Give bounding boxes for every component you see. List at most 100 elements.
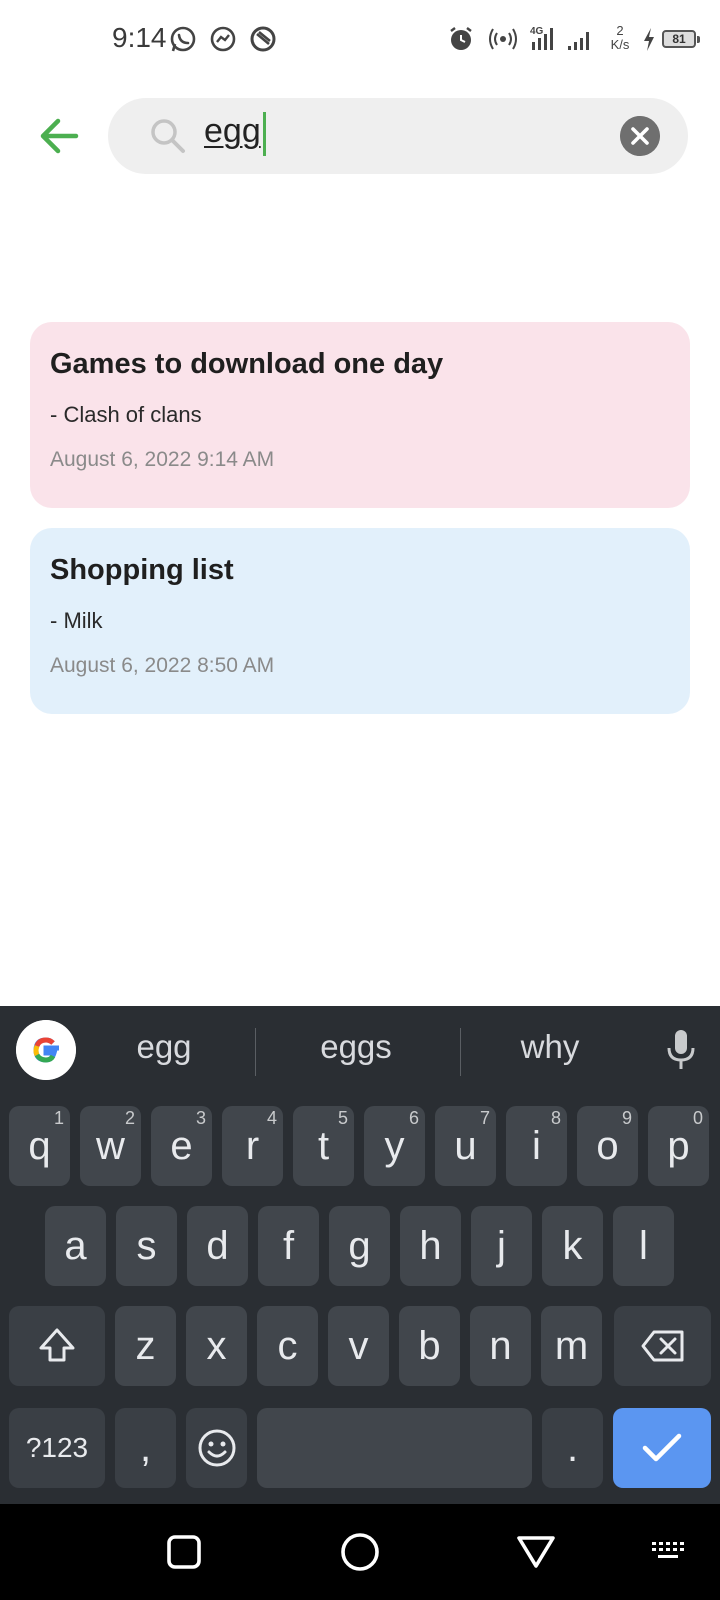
comma-key[interactable]: , (115, 1408, 176, 1488)
key-g[interactable]: g (329, 1206, 390, 1286)
note-card[interactable]: Shopping list - Milk August 6, 2022 8:50… (30, 528, 690, 714)
navigation-bar (0, 1504, 720, 1600)
recent-apps-icon[interactable] (162, 1530, 206, 1574)
search-input[interactable]: egg (204, 112, 261, 151)
suggestion-item[interactable]: eggs (286, 1028, 426, 1076)
network-speed-value: 2 (616, 23, 624, 38)
back-icon[interactable] (514, 1530, 558, 1574)
4g-signal-icon: 4G (530, 26, 553, 50)
suggestion-item[interactable]: why (480, 1028, 620, 1076)
key-l[interactable]: l (613, 1206, 674, 1286)
period-key[interactable]: . (542, 1408, 603, 1488)
key-hint: 7 (479, 1108, 490, 1128)
key-label: x (206, 1324, 227, 1368)
key-hint: 1 (53, 1108, 64, 1128)
suggestion-item[interactable]: egg (94, 1028, 234, 1076)
key-label: u (454, 1124, 477, 1168)
space-key[interactable] (257, 1408, 532, 1488)
search-bar[interactable]: egg (108, 98, 688, 174)
backspace-key[interactable] (614, 1306, 711, 1386)
key-label: p (667, 1124, 690, 1168)
key-label: n (489, 1324, 512, 1368)
key-d[interactable]: d (187, 1206, 248, 1286)
key-t[interactable]: t5 (293, 1106, 354, 1186)
key-hint: 3 (195, 1108, 206, 1128)
key-u[interactable]: u7 (435, 1106, 496, 1186)
network-speed: 2 K/s (606, 24, 634, 52)
key-label: y (384, 1124, 405, 1168)
key-p[interactable]: p0 (648, 1106, 709, 1186)
symbols-key[interactable]: ?123 (9, 1408, 105, 1488)
status-time: 9:14 (112, 22, 167, 53)
key-label: t (317, 1124, 330, 1168)
backspace-icon (641, 1330, 683, 1362)
key-label: a (64, 1224, 87, 1268)
note-title: Shopping list (50, 554, 234, 586)
microphone-icon[interactable] (664, 1028, 698, 1072)
note-title: Games to download one day (50, 348, 444, 380)
key-q[interactable]: q1 (9, 1106, 70, 1186)
key-label: g (348, 1224, 371, 1268)
key-z[interactable]: z (115, 1306, 176, 1386)
home-icon[interactable] (338, 1530, 382, 1574)
key-x[interactable]: x (186, 1306, 247, 1386)
key-k[interactable]: k (542, 1206, 603, 1286)
key-n[interactable]: n (470, 1306, 531, 1386)
note-body: - Milk (50, 608, 103, 633)
key-b[interactable]: b (399, 1306, 460, 1386)
key-f[interactable]: f (258, 1206, 319, 1286)
note-date: August 6, 2022 8:50 AM (50, 654, 275, 677)
key-r[interactable]: r4 (222, 1106, 283, 1186)
key-o[interactable]: o9 (577, 1106, 638, 1186)
suggestion-divider (255, 1028, 256, 1076)
key-label: r (245, 1124, 260, 1168)
key-hint: 0 (692, 1108, 703, 1128)
key-label: b (418, 1324, 441, 1368)
key-hint: 5 (337, 1108, 348, 1128)
note-body: - Clash of clans (50, 402, 202, 427)
key-label: c (277, 1324, 298, 1368)
key-w[interactable]: w2 (80, 1106, 141, 1186)
key-label: v (348, 1324, 369, 1368)
key-label: j (497, 1224, 506, 1268)
key-label: h (419, 1224, 442, 1268)
key-label: q (28, 1124, 51, 1168)
suggestion-bar: egg eggs why (0, 1006, 720, 1096)
search-icon (151, 119, 185, 153)
charging-icon (644, 28, 654, 51)
network-speed-unit: K/s (610, 37, 630, 52)
key-label: l (639, 1224, 648, 1268)
keyboard-switch-icon[interactable] (648, 1530, 692, 1574)
key-hint: 8 (550, 1108, 561, 1128)
key-j[interactable]: j (471, 1206, 532, 1286)
key-hint: 6 (408, 1108, 419, 1128)
key-m[interactable]: m (541, 1306, 602, 1386)
done-key[interactable] (613, 1408, 711, 1488)
key-y[interactable]: y6 (364, 1106, 425, 1186)
shift-key[interactable] (9, 1306, 105, 1386)
clear-search-button[interactable] (620, 116, 660, 156)
whatsapp-icon (170, 26, 196, 52)
google-logo-icon[interactable] (16, 1020, 76, 1080)
battery-indicator: 81 (662, 30, 700, 48)
key-hint: 4 (266, 1108, 277, 1128)
key-c[interactable]: c (257, 1306, 318, 1386)
key-h[interactable]: h (400, 1206, 461, 1286)
screen: 9:14 4G 2 K/s 81 egg Games to download o… (0, 0, 720, 1600)
checkmark-icon (642, 1433, 682, 1462)
status-bar: 9:14 4G 2 K/s 81 (0, 0, 720, 80)
key-label: e (170, 1124, 193, 1168)
key-a[interactable]: a (45, 1206, 106, 1286)
key-s[interactable]: s (116, 1206, 177, 1286)
key-hint: 9 (621, 1108, 632, 1128)
back-button[interactable] (36, 112, 84, 160)
note-card[interactable]: Games to download one day - Clash of cla… (30, 322, 690, 508)
key-e[interactable]: e3 (151, 1106, 212, 1186)
emoji-key[interactable] (186, 1408, 247, 1488)
alarm-icon (450, 27, 472, 50)
key-hint: 2 (124, 1108, 135, 1128)
shift-icon (39, 1328, 75, 1362)
key-i[interactable]: i8 (506, 1106, 567, 1186)
note-date: August 6, 2022 9:14 AM (50, 448, 275, 471)
key-v[interactable]: v (328, 1306, 389, 1386)
